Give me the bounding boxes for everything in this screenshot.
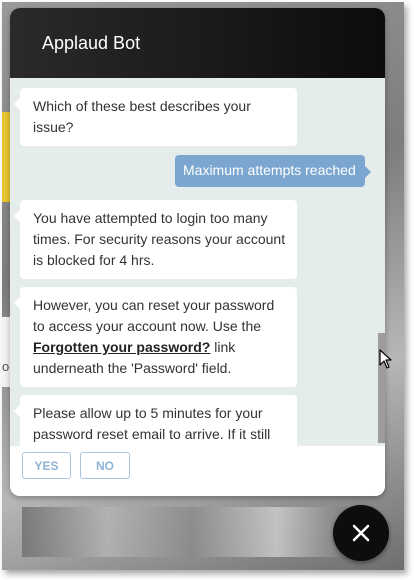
close-chat-button[interactable]: [333, 505, 389, 561]
mouse-pointer-icon: [379, 349, 392, 369]
user-message: Maximum attempts reached: [175, 155, 371, 187]
close-icon: [352, 524, 370, 542]
no-button[interactable]: NO: [80, 452, 130, 479]
message-text: Maximum attempts reached: [183, 162, 356, 178]
message-text: However, you can reset your password to …: [33, 297, 275, 334]
message-text: Which of these best describes your issue…: [33, 98, 251, 135]
background-image: [22, 507, 362, 557]
chat-header: Applaud Bot: [10, 8, 385, 78]
message-list[interactable]: Which of these best describes your issue…: [10, 78, 378, 446]
scrollbar[interactable]: [378, 78, 385, 446]
message-text: You have attempted to login too many tim…: [33, 210, 286, 268]
bot-message: You have attempted to login too many tim…: [14, 200, 297, 279]
bot-message: Which of these best describes your issue…: [14, 88, 297, 146]
bot-message: Please allow up to 5 minutes for your pa…: [14, 395, 297, 446]
message-text: Please allow up to 5 minutes for your pa…: [33, 405, 271, 442]
forgotten-password-link[interactable]: Forgotten your password?: [33, 339, 210, 355]
chat-title: Applaud Bot: [42, 33, 141, 53]
bot-message: However, you can reset your password to …: [14, 287, 297, 387]
chat-window: Applaud Bot Which of these best describe…: [10, 8, 385, 496]
quick-reply-bar: YES NO: [10, 446, 385, 496]
yes-button[interactable]: YES: [22, 452, 71, 479]
